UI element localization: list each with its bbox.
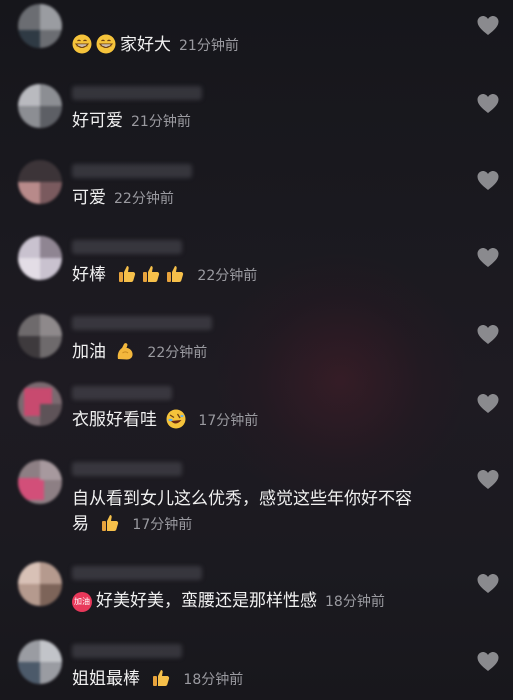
thumbs-up-icon xyxy=(153,670,170,686)
avatar[interactable] xyxy=(18,160,62,204)
comment-time: 21分钟前 xyxy=(179,38,239,54)
comment-text-line: 家好大 21分钟前 xyxy=(72,34,239,57)
comment-text: 好美好美，蛮腰还是那样性感 xyxy=(96,591,317,611)
comment-time: 22分钟前 xyxy=(114,191,174,207)
heart-icon[interactable] xyxy=(476,246,500,270)
comment-text-line: 姐姐最棒 18分钟前 xyxy=(72,668,243,691)
avatar[interactable] xyxy=(18,236,62,280)
comment-text-line: 可爱 22分钟前 xyxy=(72,187,174,210)
comment-text: 姐姐最棒 xyxy=(72,669,140,689)
grinning-face-icon xyxy=(96,34,116,54)
comment-text-line: 好棒 22分钟前 xyxy=(72,264,257,287)
username-blurred xyxy=(72,644,182,658)
heart-icon[interactable] xyxy=(476,392,500,416)
avatar[interactable] xyxy=(18,640,62,684)
comment-text: 可爱 xyxy=(72,188,106,208)
comment-text-continued: 易 xyxy=(72,514,89,534)
heart-icon[interactable] xyxy=(476,14,500,38)
flexed-biceps-icon xyxy=(118,343,133,360)
comment-text: 自从看到女儿这么优秀，感觉这些年你好不容 xyxy=(72,489,412,509)
grinning-face-icon xyxy=(72,34,92,54)
thumbs-up-icon xyxy=(167,266,184,282)
avatar[interactable] xyxy=(18,382,62,426)
avatar[interactable] xyxy=(18,314,62,358)
thumbs-up-icon xyxy=(119,266,136,282)
comment-time: 17分钟前 xyxy=(132,517,193,533)
comment-time: 22分钟前 xyxy=(147,345,208,361)
comment-text: 衣服好看哇 xyxy=(72,410,157,430)
heart-icon[interactable] xyxy=(476,572,500,596)
comment-text: 家好大 xyxy=(120,35,171,55)
heart-icon[interactable] xyxy=(476,323,500,347)
heart-icon[interactable] xyxy=(476,650,500,674)
username-blurred xyxy=(72,462,182,476)
comment-time: 17分钟前 xyxy=(198,413,259,429)
avatar[interactable] xyxy=(18,460,62,504)
username-blurred xyxy=(72,240,182,254)
comment-time: 18分钟前 xyxy=(325,594,385,610)
heart-icon[interactable] xyxy=(476,468,500,492)
jiayou-sticker: 加油 xyxy=(72,592,92,612)
thumbs-up-icon xyxy=(143,266,160,282)
username-blurred xyxy=(72,386,172,400)
comment-time: 18分钟前 xyxy=(183,672,244,688)
thumbs-up-icon xyxy=(102,515,119,531)
heart-icon[interactable] xyxy=(476,169,500,193)
comment-text-line: 加油 好美好美，蛮腰还是那样性感 18分钟前 xyxy=(72,590,385,613)
avatar[interactable] xyxy=(18,562,62,606)
background-glow xyxy=(210,250,470,510)
comment-time: 22分钟前 xyxy=(197,268,258,284)
rolling-laughing-face-icon xyxy=(166,409,186,429)
comment-text: 好棒 xyxy=(72,265,106,285)
comment-text-line: 易 17分钟前 xyxy=(72,513,192,536)
comment-text-line: 好可爱 21分钟前 xyxy=(72,110,191,133)
username-blurred xyxy=(72,566,202,580)
avatar[interactable] xyxy=(18,4,62,48)
comment-text-line: 衣服好看哇 17分钟前 xyxy=(72,409,258,432)
comment-text-line: 自从看到女儿这么优秀，感觉这些年你好不容 xyxy=(72,488,412,510)
username-blurred xyxy=(72,164,192,178)
comment-text-line: 加油 22分钟前 xyxy=(72,341,207,364)
comment-time: 21分钟前 xyxy=(131,114,191,130)
username-blurred xyxy=(72,86,202,100)
comment-text: 好可爱 xyxy=(72,111,123,131)
avatar[interactable] xyxy=(18,84,62,128)
comment-text: 加油 xyxy=(72,342,106,362)
username-blurred xyxy=(72,316,212,330)
heart-icon[interactable] xyxy=(476,92,500,116)
